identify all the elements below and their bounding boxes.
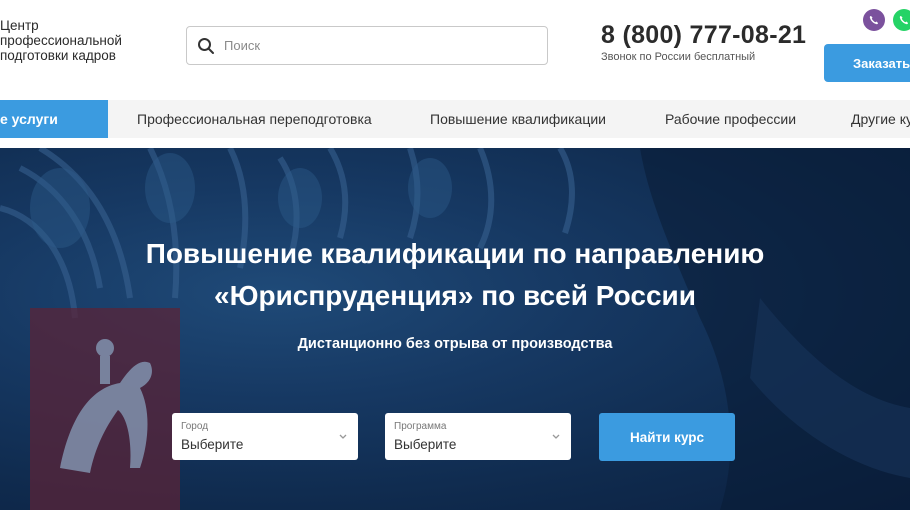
nav-item-working-professions[interactable]: Рабочие профессии [665,100,796,138]
city-select[interactable]: Город Выберите [172,413,358,460]
program-select-value: Выберите [394,437,457,452]
hero-title-line-2: «Юриспруденция» по всей России [214,280,696,311]
site-header: Центр профессиональной подготовки кадров… [0,0,910,100]
logo-line-1: Центр [0,18,39,33]
nav-item-qualification[interactable]: Повышение квалификации [430,100,606,138]
main-nav: е услуги Профессиональная переподготовка… [0,100,910,138]
hero-title-line-1: Повышение квалификации по направлению [145,238,765,269]
hero-banner: Повышение квалификации по направлению «Ю… [0,148,910,510]
nav-item-other-courses[interactable]: Другие ку [851,100,910,138]
city-select-value: Выберите [181,437,244,452]
viber-icon[interactable] [863,9,885,31]
search-box[interactable] [186,26,548,65]
logo-line-3: подготовки кадров [0,48,116,63]
phone-note: Звонок по России бесплатный [601,51,756,63]
phone-number[interactable]: 8 (800) 777-08-21 [601,21,806,50]
order-button[interactable]: Заказать [824,44,910,82]
program-select[interactable]: Программа Выберите [385,413,571,460]
site-logo[interactable]: Центр профессиональной подготовки кадров [0,18,150,63]
search-input[interactable] [224,38,524,53]
nav-item-services[interactable]: е услуги [0,100,108,138]
nav-item-retraining[interactable]: Профессиональная переподготовка [137,100,372,138]
whatsapp-icon[interactable] [893,9,910,31]
chevron-down-icon [552,434,560,439]
chevron-down-icon [339,434,347,439]
hero-title: Повышение квалификации по направлению «Ю… [0,233,910,317]
logo-line-2: профессиональной [0,33,122,48]
city-select-label: Город [181,421,209,432]
search-icon [198,37,214,54]
hero-subtitle: Дистанционно без отрыва от производства [297,336,613,352]
program-select-label: Программа [394,421,447,432]
find-course-button[interactable]: Найти курс [599,413,735,461]
